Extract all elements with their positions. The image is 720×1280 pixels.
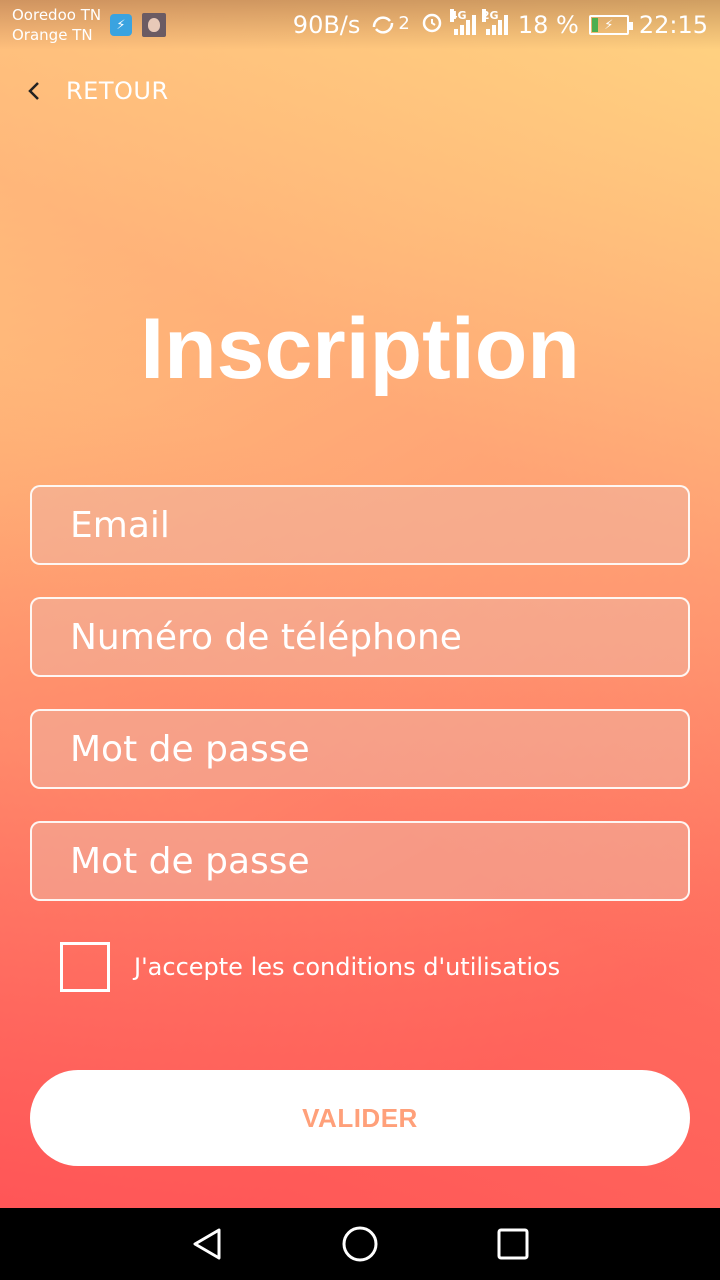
carrier-2: Orange TN bbox=[12, 26, 93, 44]
alarm-icon bbox=[420, 10, 444, 40]
password-field-container bbox=[30, 709, 690, 789]
signal-2-type: 2G bbox=[481, 9, 499, 22]
page-title: Inscription bbox=[140, 301, 580, 397]
sync-count: 2 bbox=[398, 13, 410, 34]
password-confirm-field-container bbox=[30, 821, 690, 901]
back-label: RETOUR bbox=[66, 77, 169, 105]
nav-home-icon[interactable] bbox=[340, 1224, 380, 1264]
signal-1-type: 4G bbox=[449, 9, 467, 22]
clock: 22:15 bbox=[638, 11, 708, 39]
password-confirm-field[interactable] bbox=[70, 840, 688, 882]
terms-checkbox[interactable] bbox=[60, 942, 110, 992]
battery-percent: 18 % bbox=[517, 11, 579, 39]
nav-back-icon[interactable] bbox=[187, 1224, 227, 1264]
phone-field-container bbox=[30, 597, 690, 677]
terms-row: J'accepte les conditions d'utilisatios bbox=[60, 942, 560, 992]
phone-field[interactable] bbox=[70, 616, 688, 658]
email-field-container bbox=[30, 485, 690, 565]
back-button[interactable]: RETOUR bbox=[26, 70, 169, 112]
carrier-names: Ooredoo TN Orange TN bbox=[12, 5, 108, 45]
chevron-left-icon bbox=[26, 81, 46, 101]
network-speed: 90B/s bbox=[292, 11, 361, 39]
signal-2g-icon: 2G bbox=[481, 9, 508, 35]
signal-4g-icon: 4G bbox=[449, 9, 476, 35]
email-field[interactable] bbox=[70, 504, 688, 546]
nav-recents-icon[interactable] bbox=[493, 1224, 533, 1264]
carrier-1: Ooredoo TN bbox=[12, 6, 102, 24]
usb-icon: ⚡ bbox=[110, 14, 132, 36]
battery-charging-icon: ⚡ bbox=[588, 15, 633, 35]
status-bar: Ooredoo TN Orange TN ⚡ 90B/s 2 4G 2G 18 … bbox=[0, 0, 720, 50]
system-nav-bar bbox=[0, 1208, 720, 1280]
sync-icon: 2 bbox=[370, 13, 410, 37]
submit-button[interactable]: VALIDER bbox=[30, 1070, 690, 1166]
password-field[interactable] bbox=[70, 728, 688, 770]
terms-label: J'accepte les conditions d'utilisatios bbox=[134, 953, 561, 981]
notification-avatar-icon bbox=[142, 13, 166, 37]
